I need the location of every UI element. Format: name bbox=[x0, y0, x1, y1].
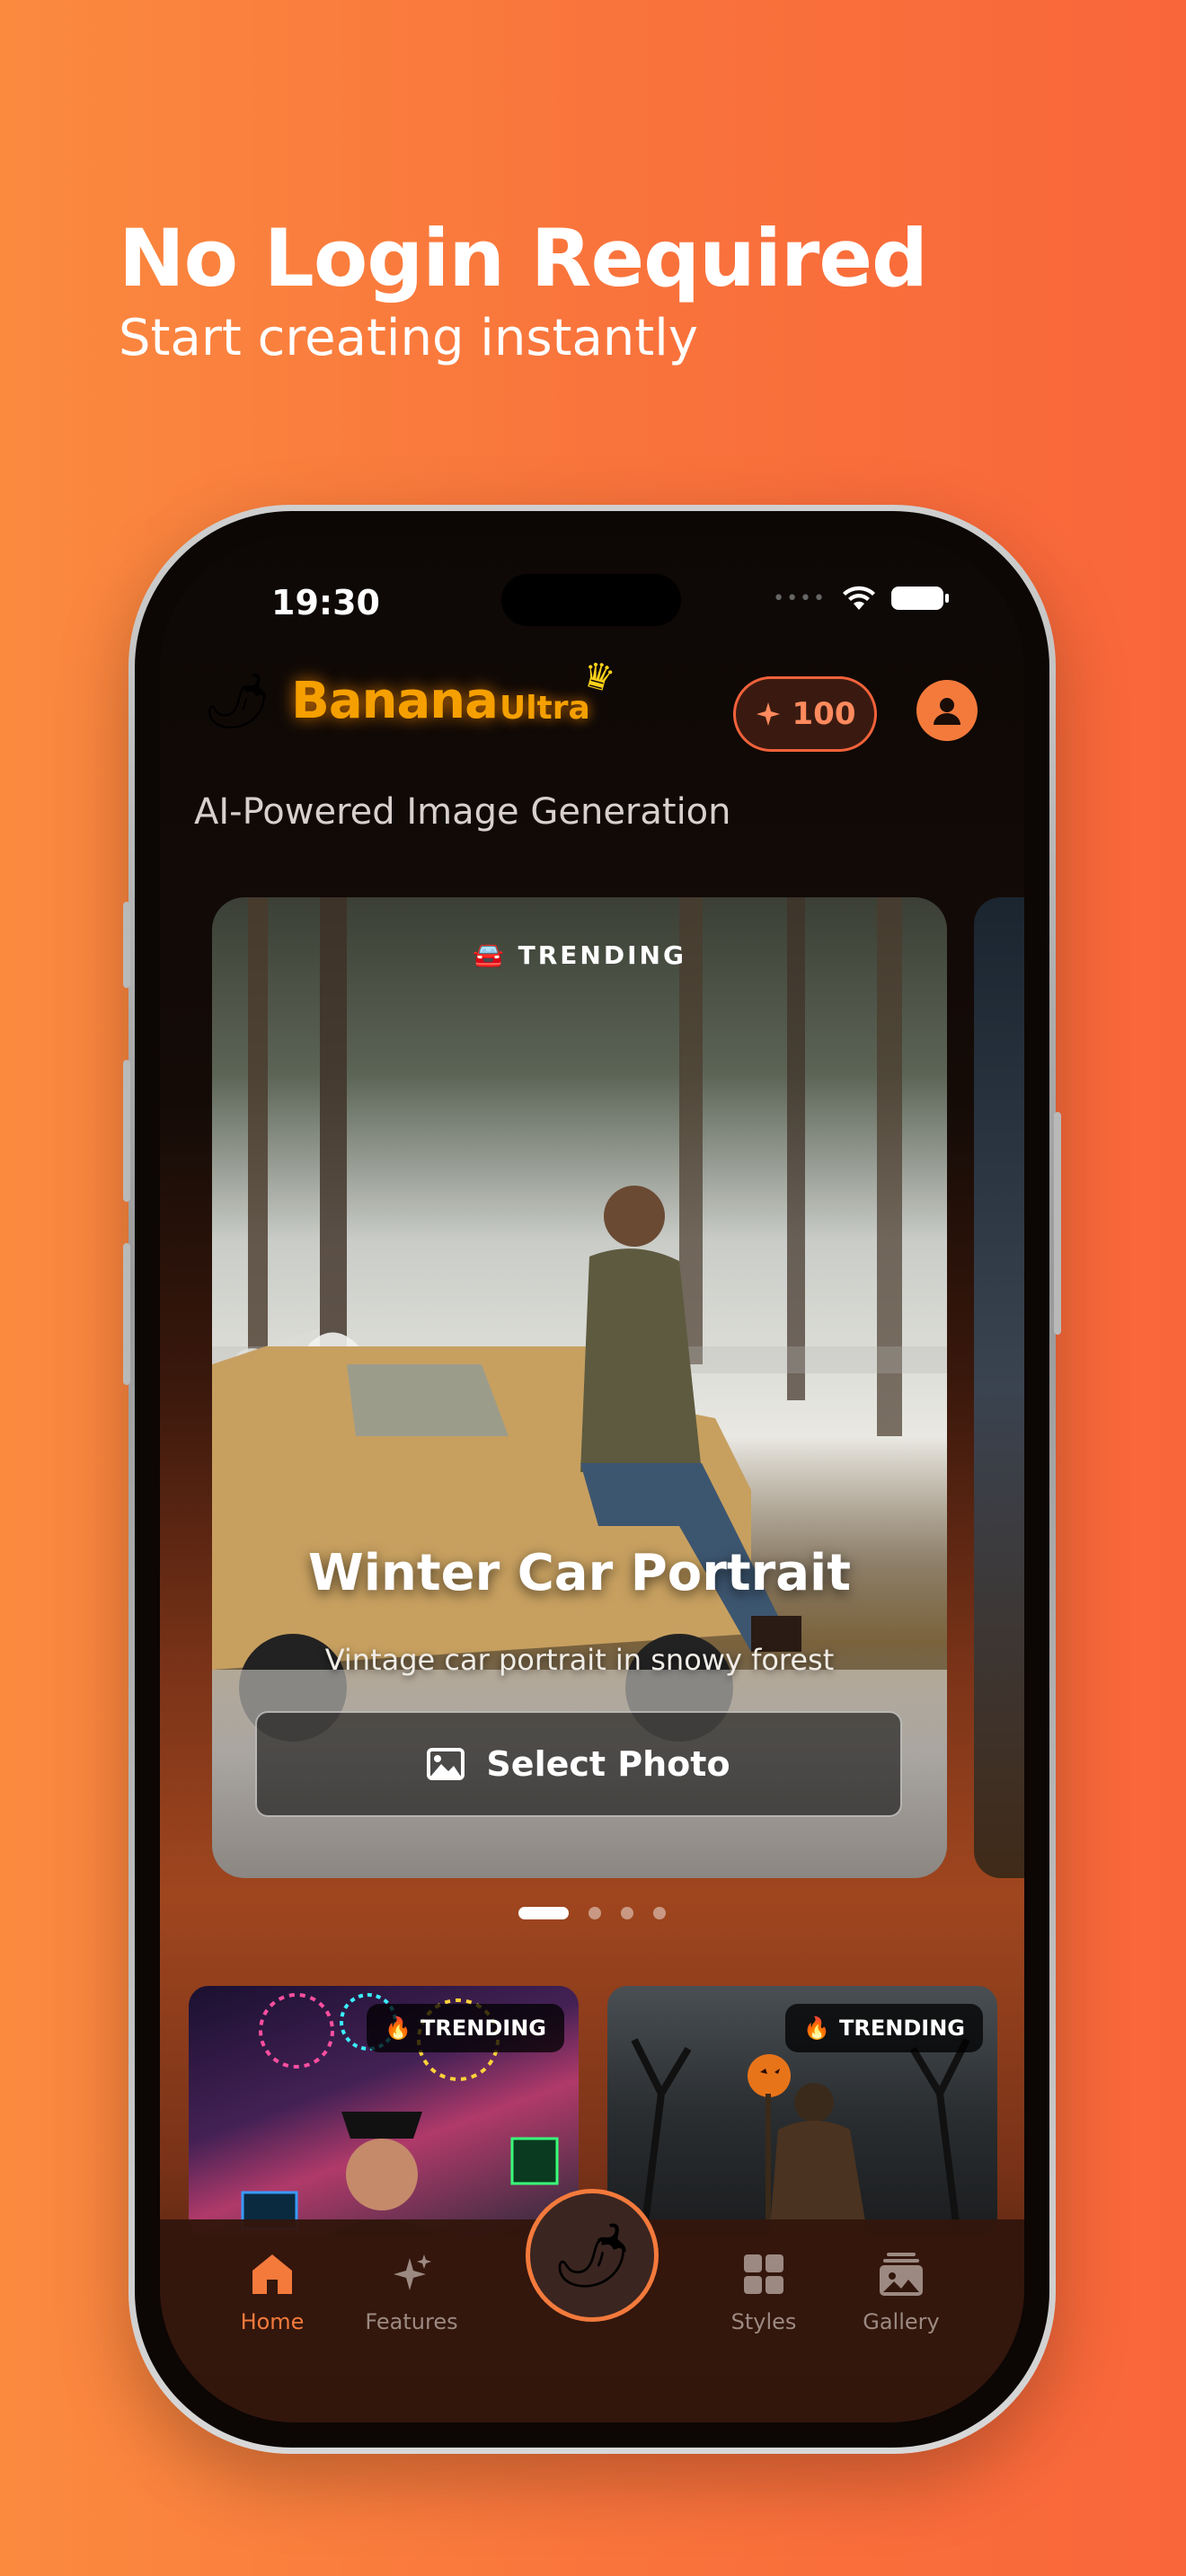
chili-pepper-icon: 🌶 bbox=[203, 670, 272, 733]
dynamic-island bbox=[501, 574, 681, 626]
status-icons: •••• bbox=[773, 585, 949, 612]
style-card-new-year[interactable]: 🔥 TRENDING bbox=[189, 1986, 579, 2237]
trending-badge: 🚘 TRENDING bbox=[473, 940, 686, 970]
flame-icon: 🔥 bbox=[803, 2016, 831, 2041]
tab-features-label: Features bbox=[365, 2309, 458, 2334]
trending-label: TRENDING bbox=[839, 2016, 965, 2041]
image-icon bbox=[427, 1748, 465, 1780]
tab-features[interactable]: Features bbox=[344, 2248, 479, 2334]
power-button bbox=[1054, 1112, 1061, 1335]
bottom-tab-bar: Home Features 🌶 Styles Gallery bbox=[160, 2189, 1024, 2422]
tagline: AI-Powered Image Generation bbox=[194, 791, 731, 833]
select-photo-button[interactable]: Select Photo bbox=[255, 1711, 902, 1817]
card-description: Vintage car portrait in snowy forest bbox=[324, 1643, 835, 1677]
sparkle-icon bbox=[756, 702, 780, 726]
tab-styles[interactable]: Styles bbox=[696, 2248, 831, 2334]
home-icon bbox=[252, 2254, 292, 2294]
chili-santa-hat-icon: 🌶 bbox=[552, 2218, 633, 2292]
logo-main-text: Banana bbox=[291, 672, 499, 730]
tab-gallery[interactable]: Gallery bbox=[834, 2248, 969, 2334]
profile-button[interactable] bbox=[916, 680, 978, 741]
user-icon bbox=[934, 698, 960, 725]
status-time: 19:30 bbox=[271, 583, 380, 622]
style-card-halloween[interactable]: 🔥 TRENDING bbox=[607, 1986, 997, 2237]
volume-up-button bbox=[123, 1060, 130, 1202]
photo-stack-icon bbox=[880, 2253, 923, 2296]
pager-dot[interactable] bbox=[653, 1907, 666, 1919]
battery-icon bbox=[891, 587, 949, 610]
logo-suffix-text: Ultra bbox=[499, 690, 590, 727]
sparkles-icon bbox=[394, 2254, 431, 2290]
grid-icon bbox=[744, 2254, 783, 2294]
pager-dot[interactable] bbox=[518, 1907, 569, 1919]
tab-styles-label: Styles bbox=[730, 2309, 797, 2334]
crown-icon: ♛ bbox=[577, 653, 620, 701]
tab-gallery-label: Gallery bbox=[863, 2309, 940, 2334]
pager-dot[interactable] bbox=[621, 1907, 633, 1919]
app-screen: 19:30 •••• 🌶 Banana Ultra ♛ 100 AI-Power… bbox=[160, 536, 1024, 2422]
trending-label: TRENDING bbox=[420, 2016, 546, 2041]
carousel-pager bbox=[160, 1907, 1024, 1919]
featured-style-card[interactable]: 🚘 TRENDING Winter Car Portrait Vintage c… bbox=[212, 897, 947, 1878]
tab-home[interactable]: Home bbox=[205, 2248, 340, 2334]
next-card-preview[interactable] bbox=[974, 897, 1024, 1878]
promo-subline: Start creating instantly bbox=[119, 309, 698, 367]
credits-button[interactable]: 100 bbox=[733, 676, 877, 752]
pager-dot[interactable] bbox=[589, 1907, 601, 1919]
trending-badge: 🔥 TRENDING bbox=[367, 2004, 564, 2052]
trending-badge: 🔥 TRENDING bbox=[785, 2004, 983, 2052]
promo-headline: No Login Required bbox=[119, 212, 928, 304]
cellular-icon: •••• bbox=[773, 587, 827, 610]
wifi-icon bbox=[843, 586, 875, 610]
app-logo: 🌶 Banana Ultra ♛ bbox=[203, 653, 619, 733]
tab-home-label: Home bbox=[240, 2309, 305, 2334]
volume-down-button bbox=[123, 1243, 130, 1385]
flame-icon: 🔥 bbox=[385, 2016, 412, 2041]
credits-count: 100 bbox=[792, 696, 856, 732]
card-title: Winter Car Portrait bbox=[308, 1544, 851, 1602]
action-button bbox=[123, 902, 130, 988]
create-button[interactable]: 🌶 bbox=[526, 2189, 659, 2322]
select-photo-label: Select Photo bbox=[486, 1744, 730, 1784]
